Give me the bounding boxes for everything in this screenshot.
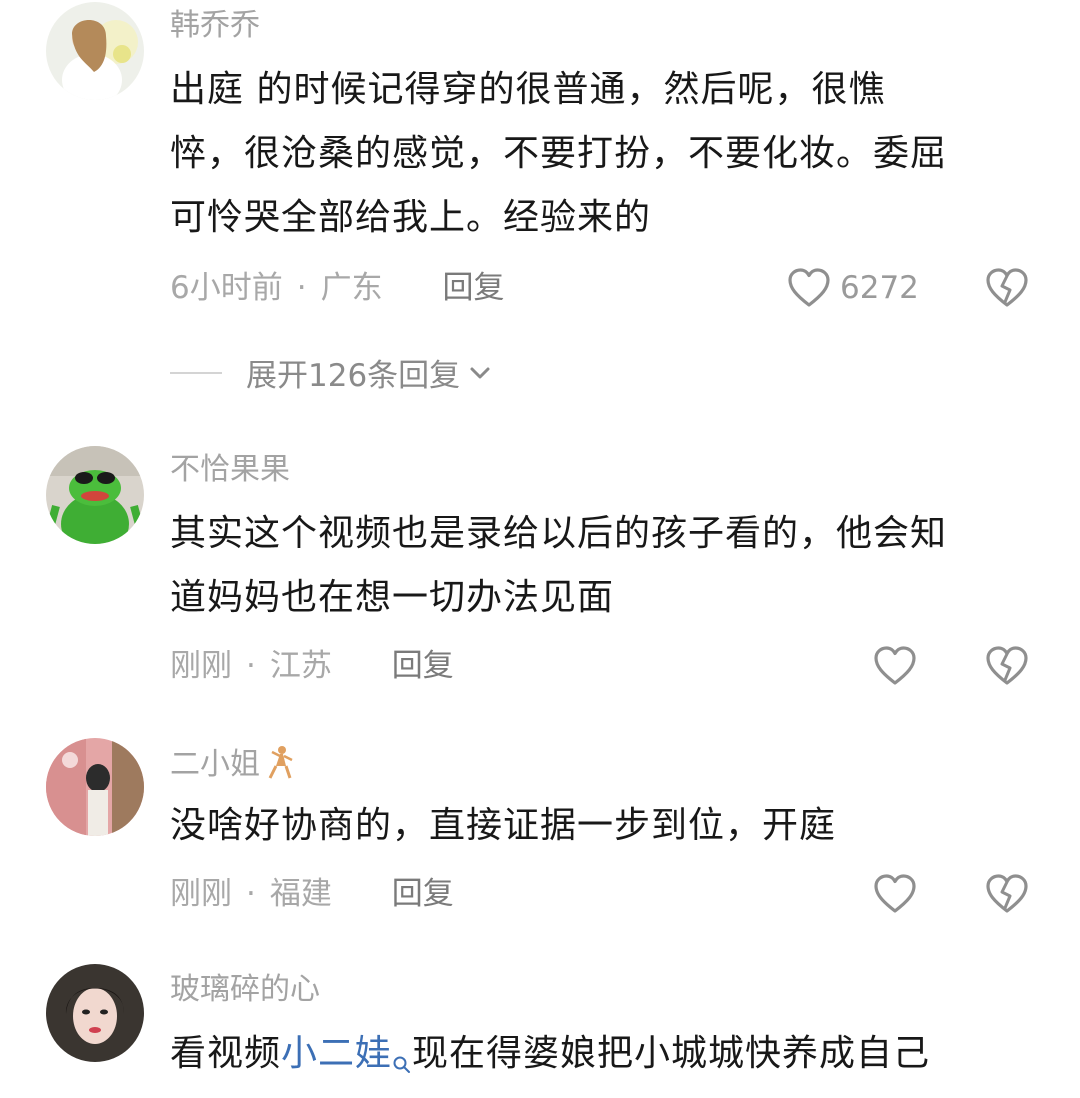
timestamp: 刚刚 bbox=[170, 876, 232, 912]
location: 福建 bbox=[269, 876, 332, 912]
divider-line bbox=[170, 371, 222, 374]
location: 江苏 bbox=[269, 648, 332, 684]
separator-dot: · bbox=[246, 876, 256, 912]
username[interactable]: 不恰果果 bbox=[170, 452, 290, 488]
comment-text: 看视频小二娃 现在得婆娘把小城城快养成自己 bbox=[170, 1022, 1040, 1098]
dancer-emoji-icon bbox=[266, 744, 296, 780]
comment-text: 出庭 的时候记得穿的很普通，然后呢，很憔 悴，很沧桑的感觉，不要打扮，不要化妆。… bbox=[170, 58, 1040, 250]
avatar[interactable] bbox=[46, 738, 144, 836]
comment-text-line: 出庭 的时候记得穿的很普通，然后呢，很憔 bbox=[170, 69, 886, 110]
timestamp: 6小时前 bbox=[170, 270, 283, 306]
reply-button[interactable]: 回复 bbox=[392, 876, 454, 912]
comment-text: 没啥好协商的，直接证据一步到位，开庭 bbox=[170, 794, 1040, 858]
heart-outline-icon bbox=[872, 872, 918, 916]
like-count: 6272 bbox=[840, 270, 919, 306]
comment-meta: 刚刚 · 福建 回复 bbox=[170, 874, 454, 914]
comment-meta: 刚刚 · 江苏 回复 bbox=[170, 646, 454, 686]
comment-text-segment: 看视频 bbox=[170, 1033, 282, 1074]
comment-text-segment: 现在得婆娘把小城城快养成自己 bbox=[412, 1033, 931, 1074]
reply-button[interactable]: 回复 bbox=[442, 270, 504, 306]
comment-text-line: 道妈妈也在想一切办法见面 bbox=[170, 577, 615, 618]
username-text: 二小姐 bbox=[170, 747, 260, 782]
avatar[interactable] bbox=[46, 446, 144, 544]
username[interactable]: 玻璃碎的心 bbox=[170, 972, 320, 1008]
comment-text-line: 可怜哭全部给我上。经验来的 bbox=[170, 197, 652, 238]
location: 广东 bbox=[320, 270, 383, 306]
username[interactable]: 韩乔乔 bbox=[170, 8, 260, 44]
expand-replies-label: 展开126条回复 bbox=[246, 358, 461, 394]
comment-text-line: 其实这个视频也是录给以后的孩子看的，他会知 bbox=[170, 513, 948, 554]
heart-outline-icon bbox=[872, 644, 918, 688]
broken-heart-icon bbox=[984, 266, 1028, 310]
heart-outline-icon bbox=[786, 266, 832, 310]
hashtag-link[interactable]: 小二娃 bbox=[281, 1033, 412, 1074]
broken-heart-icon bbox=[984, 644, 1028, 688]
hashtag-text: 小二娃 bbox=[281, 1033, 393, 1074]
like-button[interactable]: 6272 bbox=[786, 266, 919, 310]
like-button[interactable] bbox=[872, 644, 918, 688]
dislike-button[interactable] bbox=[984, 266, 1028, 310]
reply-button[interactable]: 回复 bbox=[392, 648, 454, 684]
dislike-button[interactable] bbox=[984, 644, 1028, 688]
separator-dot: · bbox=[246, 648, 256, 684]
comment-text-line: 悴，很沧桑的感觉，不要打扮，不要化妆。委屈 bbox=[170, 133, 948, 174]
broken-heart-icon bbox=[984, 872, 1028, 916]
dislike-button[interactable] bbox=[984, 872, 1028, 916]
avatar[interactable] bbox=[46, 2, 144, 100]
username[interactable]: 二小姐 bbox=[170, 744, 296, 783]
like-button[interactable] bbox=[872, 872, 918, 916]
expand-replies-button[interactable]: 展开126条回复 bbox=[170, 350, 492, 395]
avatar[interactable] bbox=[46, 964, 144, 1062]
comment-meta: 6小时前 · 广东 回复 bbox=[170, 268, 504, 308]
separator-dot: · bbox=[296, 270, 307, 306]
chevron-down-icon bbox=[468, 355, 492, 391]
timestamp: 刚刚 bbox=[170, 648, 232, 684]
comment-text: 其实这个视频也是录给以后的孩子看的，他会知 道妈妈也在想一切办法见面 bbox=[170, 502, 1040, 630]
search-icon bbox=[392, 1034, 412, 1098]
comment-text-line: 没啥好协商的，直接证据一步到位，开庭 bbox=[170, 805, 837, 846]
